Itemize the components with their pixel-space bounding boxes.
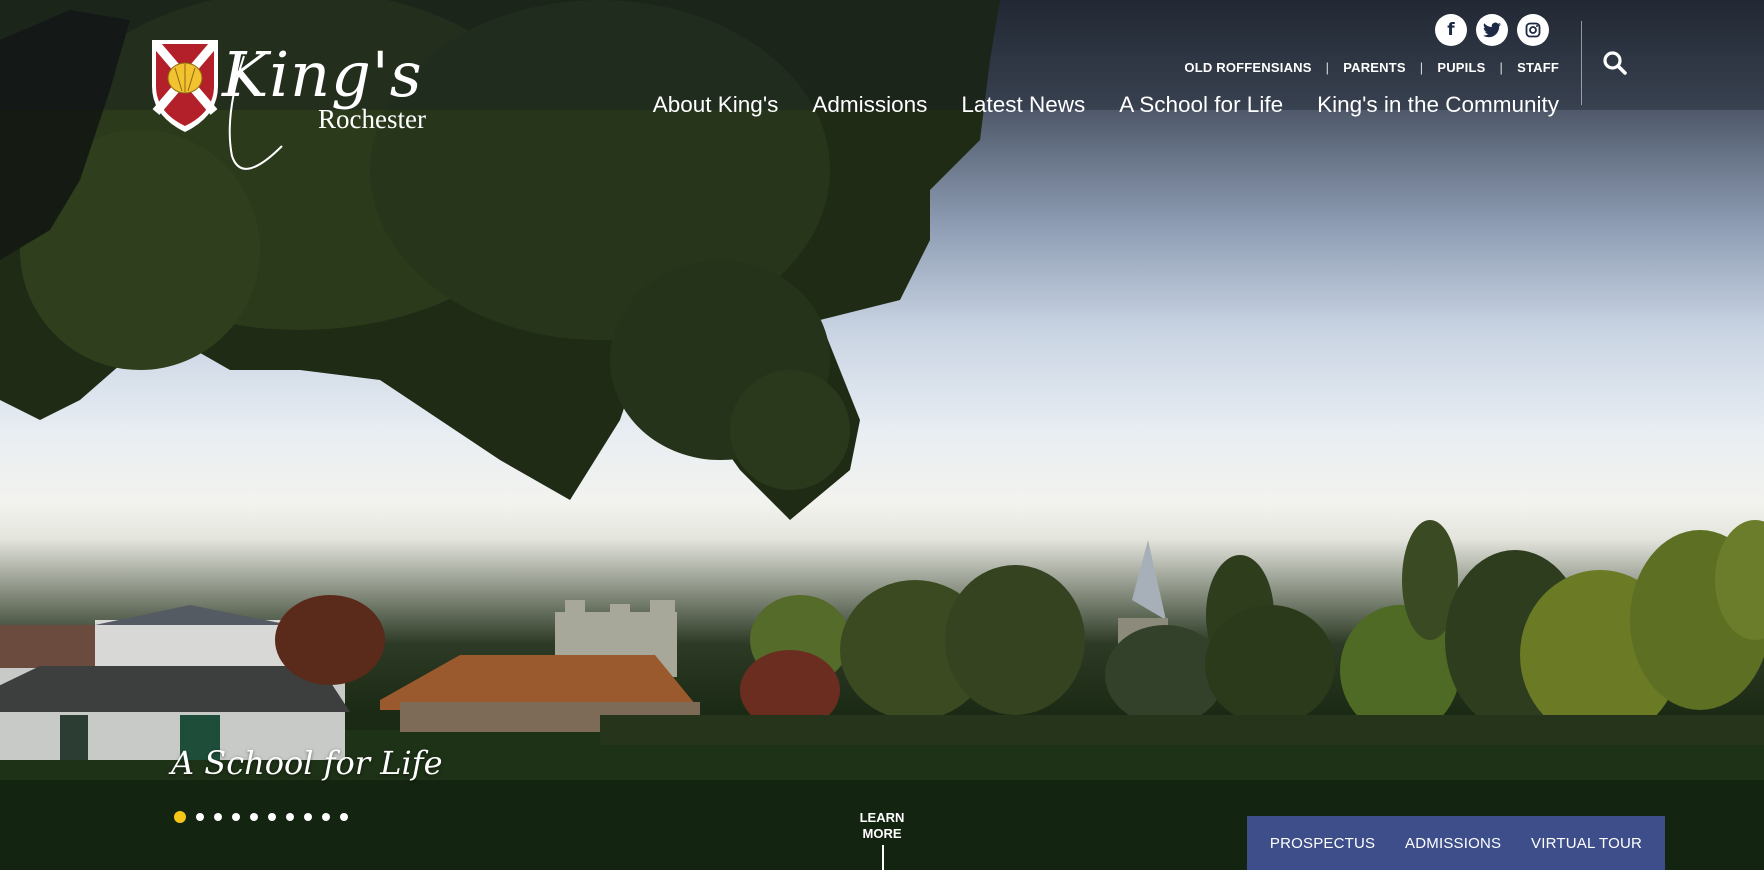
admissions-button[interactable]: ADMISSIONS bbox=[1405, 835, 1501, 852]
instagram-icon[interactable] bbox=[1517, 14, 1549, 46]
nav-kings-in-community[interactable]: King's in the Community bbox=[1317, 92, 1559, 118]
search-icon[interactable] bbox=[1602, 50, 1628, 76]
slide-dot[interactable] bbox=[196, 813, 204, 821]
prospectus-button[interactable]: PROSPECTUS bbox=[1270, 835, 1375, 852]
utility-link-pupils[interactable]: PUPILS bbox=[1437, 60, 1485, 75]
utility-nav: OLD ROFFENSIANS | PARENTS | PUPILS | STA… bbox=[1184, 60, 1559, 75]
nav-school-for-life[interactable]: A School for Life bbox=[1119, 92, 1283, 118]
utility-link-old-roffensians[interactable]: OLD ROFFENSIANS bbox=[1184, 60, 1311, 75]
slide-dot[interactable] bbox=[340, 813, 348, 821]
slide-dot-active[interactable] bbox=[174, 811, 186, 823]
separator: | bbox=[1419, 60, 1424, 75]
slide-dot[interactable] bbox=[304, 813, 312, 821]
twitter-icon[interactable] bbox=[1476, 14, 1508, 46]
slide-dot[interactable] bbox=[250, 813, 258, 821]
utility-link-parents[interactable]: PARENTS bbox=[1343, 60, 1406, 75]
logo-wordmark[interactable]: King's bbox=[222, 44, 423, 106]
virtual-tour-button[interactable]: VIRTUAL TOUR bbox=[1531, 835, 1642, 852]
slide-dot[interactable] bbox=[268, 813, 276, 821]
slider-pagination bbox=[174, 811, 348, 823]
slide-dot[interactable] bbox=[232, 813, 240, 821]
slide-dot[interactable] bbox=[286, 813, 294, 821]
nav-about-kings[interactable]: About King's bbox=[653, 92, 779, 118]
header-divider bbox=[1581, 21, 1582, 105]
scroll-indicator-line bbox=[882, 845, 884, 870]
nav-latest-news[interactable]: Latest News bbox=[961, 92, 1085, 118]
slide-dot[interactable] bbox=[322, 813, 330, 821]
cta-bar: PROSPECTUS ADMISSIONS VIRTUAL TOUR bbox=[1247, 816, 1665, 870]
hero-tagline: A School for Life bbox=[171, 744, 443, 782]
separator: | bbox=[1499, 60, 1504, 75]
slide-dot[interactable] bbox=[214, 813, 222, 821]
logo-subtitle[interactable]: Rochester bbox=[318, 104, 426, 135]
facebook-icon[interactable]: f bbox=[1435, 14, 1467, 46]
main-nav: About King's Admissions Latest News A Sc… bbox=[653, 92, 1559, 118]
utility-link-staff[interactable]: STAFF bbox=[1517, 60, 1559, 75]
separator: | bbox=[1325, 60, 1330, 75]
learn-more-link[interactable]: LEARN MORE bbox=[858, 810, 906, 842]
nav-admissions[interactable]: Admissions bbox=[812, 92, 927, 118]
social-links: f bbox=[1435, 14, 1549, 46]
